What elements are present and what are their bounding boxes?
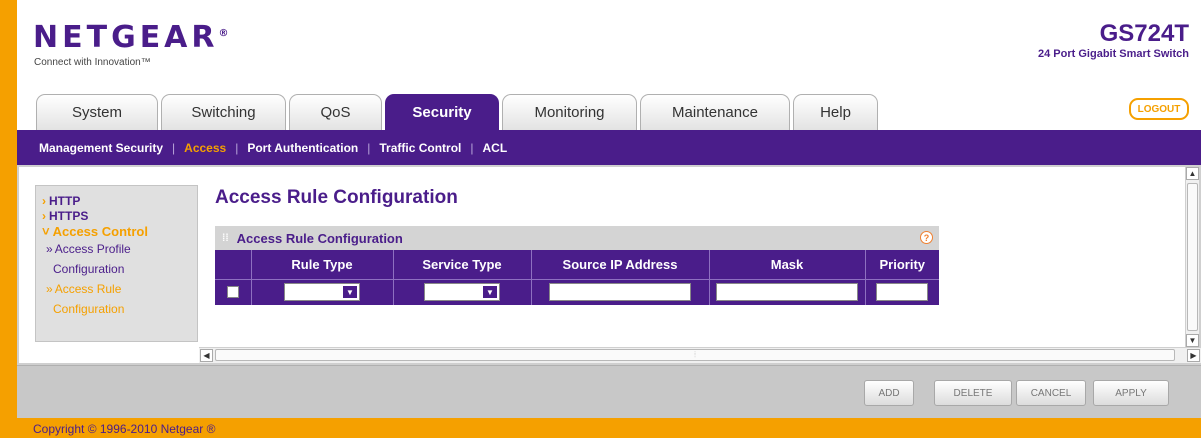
tab-switching[interactable]: Switching bbox=[161, 94, 286, 130]
access-rule-panel: ⁞⁞ Access Rule Configuration ? Rule Type… bbox=[215, 226, 939, 316]
scroll-down-icon[interactable]: ▼ bbox=[1186, 334, 1199, 347]
chevron-down-icon: ˅ bbox=[42, 224, 50, 239]
cancel-button[interactable]: CANCEL bbox=[1016, 380, 1086, 406]
tab-security[interactable]: Security bbox=[385, 94, 499, 130]
sidebar: › HTTP › HTTPS ˅ Access Control » Access Pro… bbox=[35, 185, 198, 342]
model-name: GS724T bbox=[1099, 20, 1189, 47]
column-header-select bbox=[215, 250, 252, 279]
rule-type-cell: ▼ bbox=[251, 278, 394, 305]
bullet-icon: » bbox=[46, 282, 53, 296]
subnav-management-security[interactable]: Management Security bbox=[39, 141, 163, 155]
horizontal-scroll-thumb[interactable]: ⦙ bbox=[215, 349, 1175, 361]
tab-qos[interactable]: QoS bbox=[289, 94, 382, 130]
sidebar-item-https[interactable]: › HTTPS bbox=[42, 209, 191, 224]
table-header-row: Rule Type Service Type Source IP Address… bbox=[215, 250, 939, 279]
sidebar-item-http[interactable]: › HTTP bbox=[42, 194, 191, 209]
source-ip-cell bbox=[531, 278, 710, 305]
logout-button[interactable]: LOGOUT bbox=[1129, 98, 1189, 120]
chevron-down-icon: ▼ bbox=[483, 286, 497, 299]
chevron-right-icon: › bbox=[42, 209, 46, 223]
subnav-port-authentication[interactable]: Port Authentication bbox=[247, 141, 358, 155]
rule-type-select[interactable]: ▼ bbox=[284, 283, 360, 302]
sidebar-item-label: Access Control bbox=[52, 224, 148, 239]
bullet-icon: » bbox=[46, 242, 53, 256]
tab-help[interactable]: Help bbox=[793, 94, 878, 130]
service-type-select[interactable]: ▼ bbox=[424, 283, 500, 302]
sidebar-subitem-access-rule-line2[interactable]: Configuration bbox=[42, 299, 191, 319]
app-frame: NETGEAR® Connect with Innovation™ GS724T… bbox=[17, 0, 1201, 418]
subnav-separator: | bbox=[235, 140, 239, 155]
security-subnav: Management Security | Access | Port Auth… bbox=[17, 130, 1201, 165]
subnav-separator: | bbox=[470, 140, 474, 155]
sidebar-subitem-access-profile[interactable]: » Access Profile bbox=[42, 239, 191, 259]
vertical-scrollbar[interactable]: ▲ ▼ bbox=[1185, 167, 1199, 347]
grip-icon: ⁞⁞ bbox=[222, 232, 229, 244]
row-checkbox[interactable] bbox=[226, 286, 239, 299]
mask-cell bbox=[709, 278, 866, 305]
scroll-left-icon[interactable]: ◀ bbox=[200, 349, 213, 362]
priority-cell bbox=[865, 278, 939, 305]
content-area: › HTTP › HTTPS ˅ Access Control » Access Pro… bbox=[17, 165, 1201, 365]
service-type-cell: ▼ bbox=[393, 278, 532, 305]
subnav-traffic-control[interactable]: Traffic Control bbox=[379, 141, 461, 155]
chevron-right-icon: › bbox=[42, 194, 46, 208]
subnav-acl[interactable]: ACL bbox=[483, 141, 508, 155]
delete-button[interactable]: DELETE bbox=[934, 380, 1012, 406]
sidebar-subitem-access-rule[interactable]: » Access Rule bbox=[42, 279, 191, 299]
source-ip-input[interactable] bbox=[549, 283, 691, 302]
sidebar-item-label: HTTP bbox=[49, 194, 81, 208]
action-bar: ADD DELETE CANCEL APPLY bbox=[17, 365, 1201, 418]
subnav-access[interactable]: Access bbox=[184, 141, 226, 155]
priority-input[interactable] bbox=[876, 283, 929, 302]
sidebar-subitem-access-profile-line2[interactable]: Configuration bbox=[42, 259, 191, 279]
column-header-mask: Mask bbox=[709, 250, 866, 279]
subnav-separator: | bbox=[367, 140, 371, 155]
subnav-separator: | bbox=[172, 140, 176, 155]
brand-mark: ® bbox=[218, 28, 229, 39]
horizontal-scrollbar[interactable]: ◀ ⦙ ▶ bbox=[199, 347, 1201, 363]
sidebar-item-access-control[interactable]: ˅ Access Control bbox=[42, 224, 191, 239]
tab-system[interactable]: System bbox=[36, 94, 158, 130]
model-description: 24 Port Gigabit Smart Switch bbox=[1038, 48, 1189, 60]
vertical-scroll-thumb[interactable] bbox=[1187, 183, 1198, 331]
scroll-up-icon[interactable]: ▲ bbox=[1186, 167, 1199, 180]
page-title: Access Rule Configuration bbox=[215, 187, 458, 208]
column-header-source-ip: Source IP Address bbox=[531, 250, 710, 279]
tab-maintenance[interactable]: Maintenance bbox=[640, 94, 790, 130]
netgear-logo: NETGEAR® bbox=[33, 20, 229, 55]
sidebar-subitem-label: Access Profile bbox=[54, 242, 131, 256]
main-tabs: System Switching QoS Security Monitoring… bbox=[36, 94, 881, 130]
column-header-rule-type: Rule Type bbox=[251, 250, 394, 279]
add-button[interactable]: ADD bbox=[864, 380, 914, 406]
panel-title: Access Rule Configuration bbox=[236, 230, 403, 246]
help-icon[interactable]: ? bbox=[920, 231, 933, 244]
tab-monitoring[interactable]: Monitoring bbox=[502, 94, 637, 130]
brand-name: NETGEAR bbox=[33, 20, 219, 55]
copyright-text: Copyright © 1996-2010 Netgear ® bbox=[33, 422, 216, 436]
chevron-down-icon: ▼ bbox=[343, 286, 357, 299]
column-header-service-type: Service Type bbox=[393, 250, 532, 279]
table-row: ▼ ▼ bbox=[215, 278, 939, 305]
tagline: Connect with Innovation™ bbox=[34, 57, 151, 68]
apply-button[interactable]: APPLY bbox=[1093, 380, 1169, 406]
column-header-priority: Priority bbox=[879, 256, 925, 272]
sidebar-item-label: HTTPS bbox=[49, 209, 89, 223]
mask-input[interactable] bbox=[716, 283, 858, 302]
scroll-right-icon[interactable]: ▶ bbox=[1187, 349, 1200, 362]
panel-header: ⁞⁞ Access Rule Configuration ? bbox=[215, 226, 939, 250]
select-cell bbox=[215, 278, 252, 305]
rules-table: Rule Type Service Type Source IP Address… bbox=[215, 250, 939, 305]
sidebar-subitem-label: Access Rule bbox=[54, 282, 122, 296]
